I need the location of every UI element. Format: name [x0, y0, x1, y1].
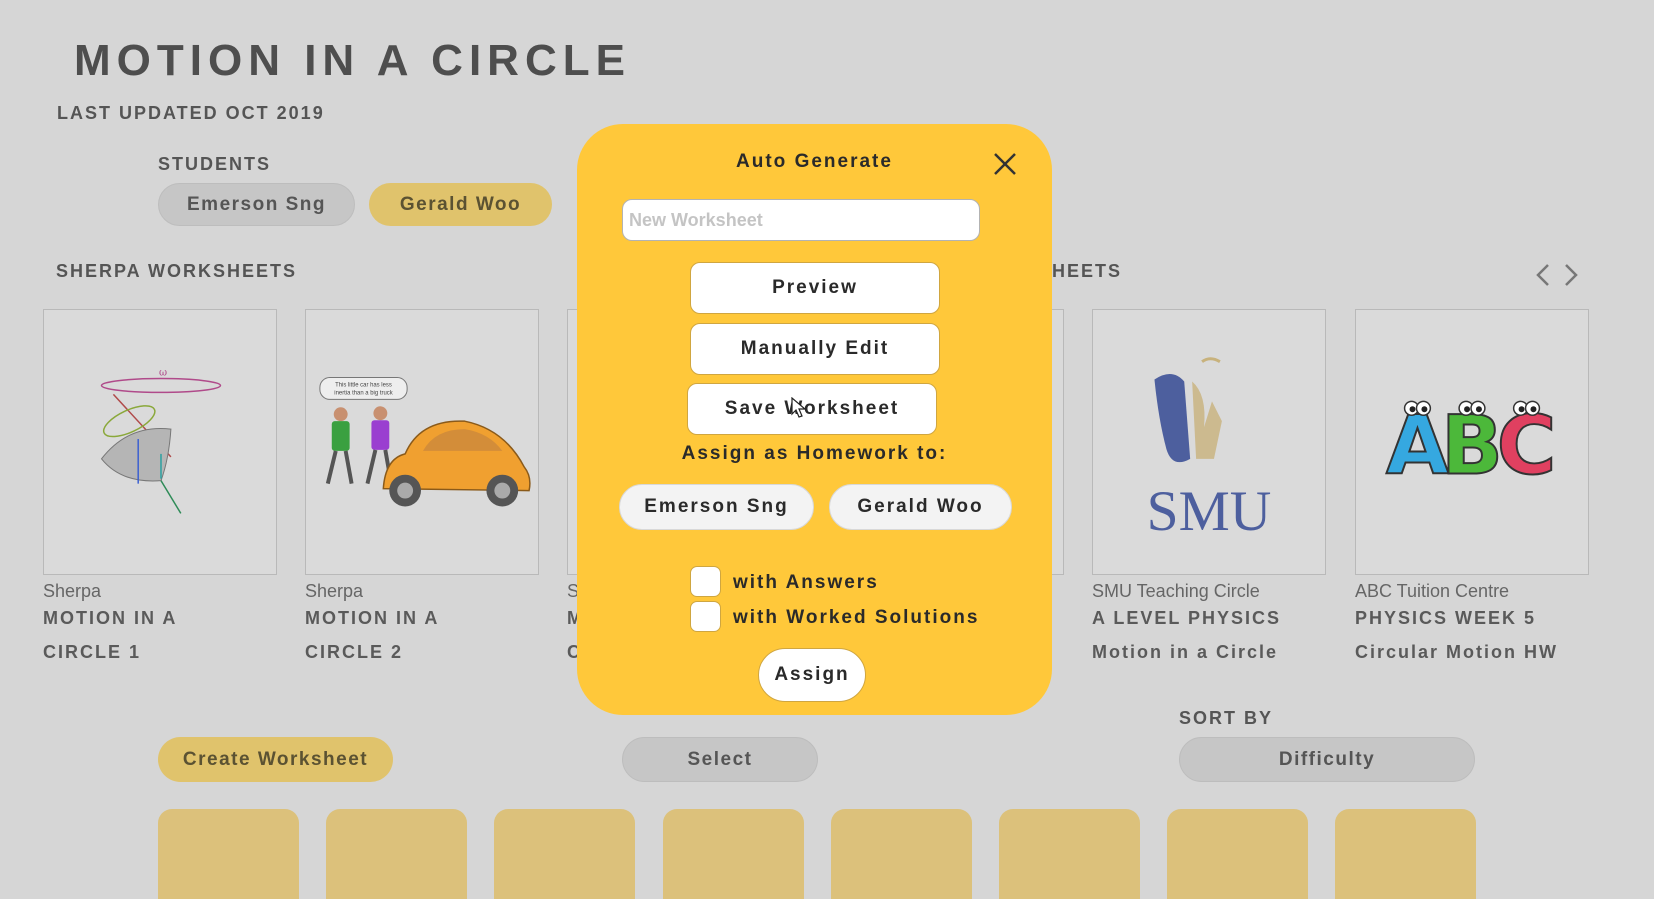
card-publisher: Sherpa: [43, 581, 102, 601]
with-worked-solutions-checkbox[interactable]: [690, 601, 721, 632]
worksheet-tile[interactable]: [494, 809, 635, 899]
close-icon[interactable]: [989, 148, 1021, 180]
speech-bubble-text: inertia than a big truck: [334, 390, 392, 396]
worksheet-card-abc[interactable]: A B C: [1355, 309, 1589, 575]
worksheet-card-motion-2[interactable]: This little car has less inertia than a …: [305, 309, 539, 575]
smu-logo-text: SMU: [1147, 480, 1272, 543]
worksheet-name-input[interactable]: [622, 199, 980, 241]
worksheet-card-motion-1[interactable]: ω: [43, 309, 277, 575]
card-title: MOTION IN A: [43, 608, 178, 628]
assign-student-emerson[interactable]: Emerson Sng: [619, 484, 814, 530]
car-and-kids-image: This little car has less inertia than a …: [319, 377, 531, 507]
card-title: Circular Motion HW: [1355, 642, 1558, 662]
card-title: MOTION IN A: [305, 608, 440, 628]
worksheet-tile[interactable]: [158, 809, 299, 899]
with-answers-label: with Answers: [733, 572, 879, 593]
worksheet-tile[interactable]: [1167, 809, 1308, 899]
card-title: Motion in a Circle: [1092, 642, 1279, 662]
community-worksheets-label: HEETS: [1052, 261, 1123, 281]
svg-text:C: C: [1497, 400, 1557, 494]
page-title: MOTION IN A CIRCLE: [74, 36, 631, 85]
worksheet-tile[interactable]: [831, 809, 972, 899]
chevron-left-icon[interactable]: [1533, 262, 1553, 296]
abc-logo: A B C: [1385, 399, 1557, 495]
speech-bubble-text: This little car has less: [335, 382, 392, 388]
worksheet-card-smu[interactable]: SMU: [1092, 309, 1326, 575]
worksheet-tile[interactable]: [326, 809, 467, 899]
card-publisher: SMU Teaching Circle: [1092, 581, 1260, 601]
card-publisher: Sherpa: [305, 581, 364, 601]
svg-text:B: B: [1441, 400, 1503, 494]
student-chip-emerson[interactable]: Emerson Sng: [158, 183, 355, 226]
conical-pendulum-image: ω: [100, 368, 222, 514]
svg-text:ω: ω: [159, 368, 167, 379]
save-worksheet-button[interactable]: Save Worksheet: [687, 383, 937, 435]
smu-logo: SMU: [1147, 357, 1272, 543]
with-answers-checkbox[interactable]: [690, 566, 721, 597]
worksheet-tile[interactable]: [663, 809, 804, 899]
sort-by-label: SORT BY: [1179, 708, 1274, 728]
worksheet-tile[interactable]: [1335, 809, 1476, 899]
create-worksheet-button[interactable]: Create Worksheet: [158, 737, 393, 782]
card-publisher: ABC Tuition Centre: [1355, 581, 1510, 601]
sort-dropdown[interactable]: Difficulty: [1179, 737, 1475, 782]
auto-generate-modal: Auto Generate Preview Manually Edit Save…: [577, 124, 1052, 715]
modal-title: Auto Generate: [736, 151, 893, 172]
chevron-right-icon[interactable]: [1561, 262, 1581, 296]
manually-edit-button[interactable]: Manually Edit: [690, 323, 940, 375]
with-worked-solutions-label: with Worked Solutions: [733, 607, 980, 628]
card-title: CIRCLE 1: [43, 642, 142, 662]
last-updated: LAST UPDATED OCT 2019: [57, 103, 325, 123]
student-chip-gerald[interactable]: Gerald Woo: [369, 183, 552, 226]
preview-button[interactable]: Preview: [690, 262, 940, 314]
students-label: STUDENTS: [158, 154, 272, 174]
card-title: PHYSICS WEEK 5: [1355, 608, 1537, 628]
select-button[interactable]: Select: [622, 737, 818, 782]
worksheet-tile[interactable]: [999, 809, 1140, 899]
card-title: CIRCLE 2: [305, 642, 404, 662]
assign-homework-label: Assign as Homework to:: [681, 443, 948, 464]
mouse-cursor-icon: [791, 396, 807, 419]
assign-button[interactable]: Assign: [758, 648, 866, 702]
svg-text:A: A: [1386, 400, 1449, 494]
card-title: A LEVEL PHYSICS: [1092, 608, 1282, 628]
sherpa-worksheets-label: SHERPA WORKSHEETS: [56, 261, 298, 281]
assign-student-gerald[interactable]: Gerald Woo: [829, 484, 1012, 530]
